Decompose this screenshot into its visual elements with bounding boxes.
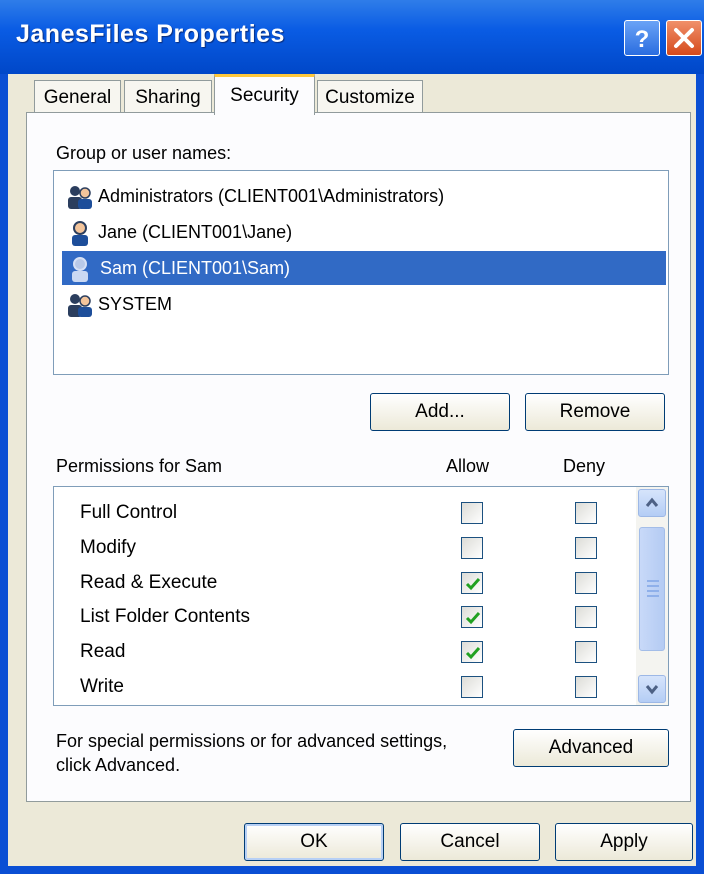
permission-row-full-control: Full Control <box>54 496 634 530</box>
allow-column-header: Allow <box>446 456 490 476</box>
deny-checkbox[interactable] <box>575 606 597 628</box>
scroll-thumb[interactable] <box>639 527 665 651</box>
checkmark-icon <box>465 612 481 625</box>
question-mark-icon: ? <box>635 26 650 53</box>
scroll-up-button[interactable] <box>638 489 666 517</box>
grip-line <box>647 580 659 582</box>
tab-sharing[interactable]: Sharing <box>124 80 212 113</box>
allow-checkbox[interactable] <box>461 537 483 559</box>
remove-button[interactable]: Remove <box>525 393 665 431</box>
deny-checkbox[interactable] <box>575 502 597 524</box>
permissions-scrollbar[interactable] <box>636 487 668 705</box>
permission-row-write: Write <box>54 670 634 704</box>
user-name: Jane (CLIENT001\Jane) <box>98 222 293 242</box>
close-icon <box>674 28 694 48</box>
window-frame-right <box>696 74 704 874</box>
chevron-up-icon <box>645 497 659 507</box>
add-button[interactable]: Add... <box>370 393 510 431</box>
tab-general[interactable]: General <box>34 80 121 113</box>
deny-checkbox[interactable] <box>575 572 597 594</box>
user-name: Sam (CLIENT001\Sam) <box>100 258 291 278</box>
allow-checkbox[interactable] <box>461 676 483 698</box>
deny-column-header: Deny <box>563 456 606 476</box>
advanced-button[interactable]: Advanced <box>513 729 669 767</box>
list-item-sam[interactable]: Sam (CLIENT001\Sam) <box>62 251 666 285</box>
deny-checkbox[interactable] <box>575 641 597 663</box>
permission-name: Modify <box>80 537 136 558</box>
svg-text:?: ? <box>635 26 650 53</box>
permissions-for-label: Permissions for Sam <box>56 456 223 476</box>
user-name: SYSTEM <box>98 294 173 314</box>
allow-checkbox[interactable] <box>461 606 483 628</box>
scroll-down-button[interactable] <box>638 675 666 703</box>
permission-name: Full Control <box>80 502 178 523</box>
user-icon <box>72 221 88 246</box>
list-item-jane[interactable]: Jane (CLIENT001\Jane) <box>66 215 666 249</box>
grip-line <box>647 585 659 587</box>
tab-security[interactable]: Security <box>214 74 315 115</box>
window-frame-left <box>0 74 8 874</box>
tab-customize[interactable]: Customize <box>317 80 423 113</box>
permissions-list: Full Control Modify Read & Execute List … <box>53 486 669 706</box>
apply-button[interactable]: Apply <box>555 823 693 861</box>
cancel-button[interactable]: Cancel <box>400 823 540 861</box>
permission-name: Write <box>80 676 124 697</box>
grip-line <box>647 590 659 592</box>
help-button[interactable]: ? <box>624 20 660 56</box>
permission-row-read-execute: Read & Execute <box>54 566 634 600</box>
chevron-down-icon <box>645 685 659 695</box>
permission-name: Read & Execute <box>80 572 218 593</box>
ok-button[interactable]: OK <box>244 823 384 861</box>
checkmark-icon <box>465 647 481 660</box>
list-item-administrators[interactable]: Administrators (CLIENT001\Administrators… <box>66 179 666 213</box>
window-title: JanesFiles Properties <box>16 20 285 48</box>
permission-row-modify: Modify <box>54 531 634 565</box>
checkmark-icon <box>465 578 481 591</box>
user-group-icon <box>68 186 92 209</box>
deny-checkbox[interactable] <box>575 676 597 698</box>
list-item-system[interactable]: SYSTEM <box>66 287 666 321</box>
allow-checkbox[interactable] <box>461 641 483 663</box>
allow-checkbox[interactable] <box>461 502 483 524</box>
allow-checkbox[interactable] <box>461 572 483 594</box>
title-bar[interactable]: JanesFiles Properties ? <box>0 0 704 74</box>
permission-name: List Folder Contents <box>80 606 251 627</box>
user-group-icon <box>68 294 92 317</box>
advanced-hint-line1: For special permissions or for advanced … <box>56 731 448 751</box>
grip-line <box>647 595 659 597</box>
permission-row-read: Read <box>54 635 634 669</box>
user-name: Administrators (CLIENT001\Administrators… <box>98 186 445 206</box>
advanced-hint-line2: click Advanced. <box>56 755 181 775</box>
permission-row-list-folder-contents: List Folder Contents <box>54 600 634 634</box>
deny-checkbox[interactable] <box>575 537 597 559</box>
window-frame-bottom <box>0 866 704 874</box>
properties-window: JanesFiles Properties ? General Sharing … <box>0 0 704 874</box>
user-list[interactable]: Administrators (CLIENT001\Administrators… <box>53 170 669 375</box>
user-icon <box>72 257 88 282</box>
permission-name: Read <box>80 641 126 662</box>
group-names-label: Group or user names: <box>56 143 232 163</box>
close-button[interactable] <box>666 20 702 56</box>
